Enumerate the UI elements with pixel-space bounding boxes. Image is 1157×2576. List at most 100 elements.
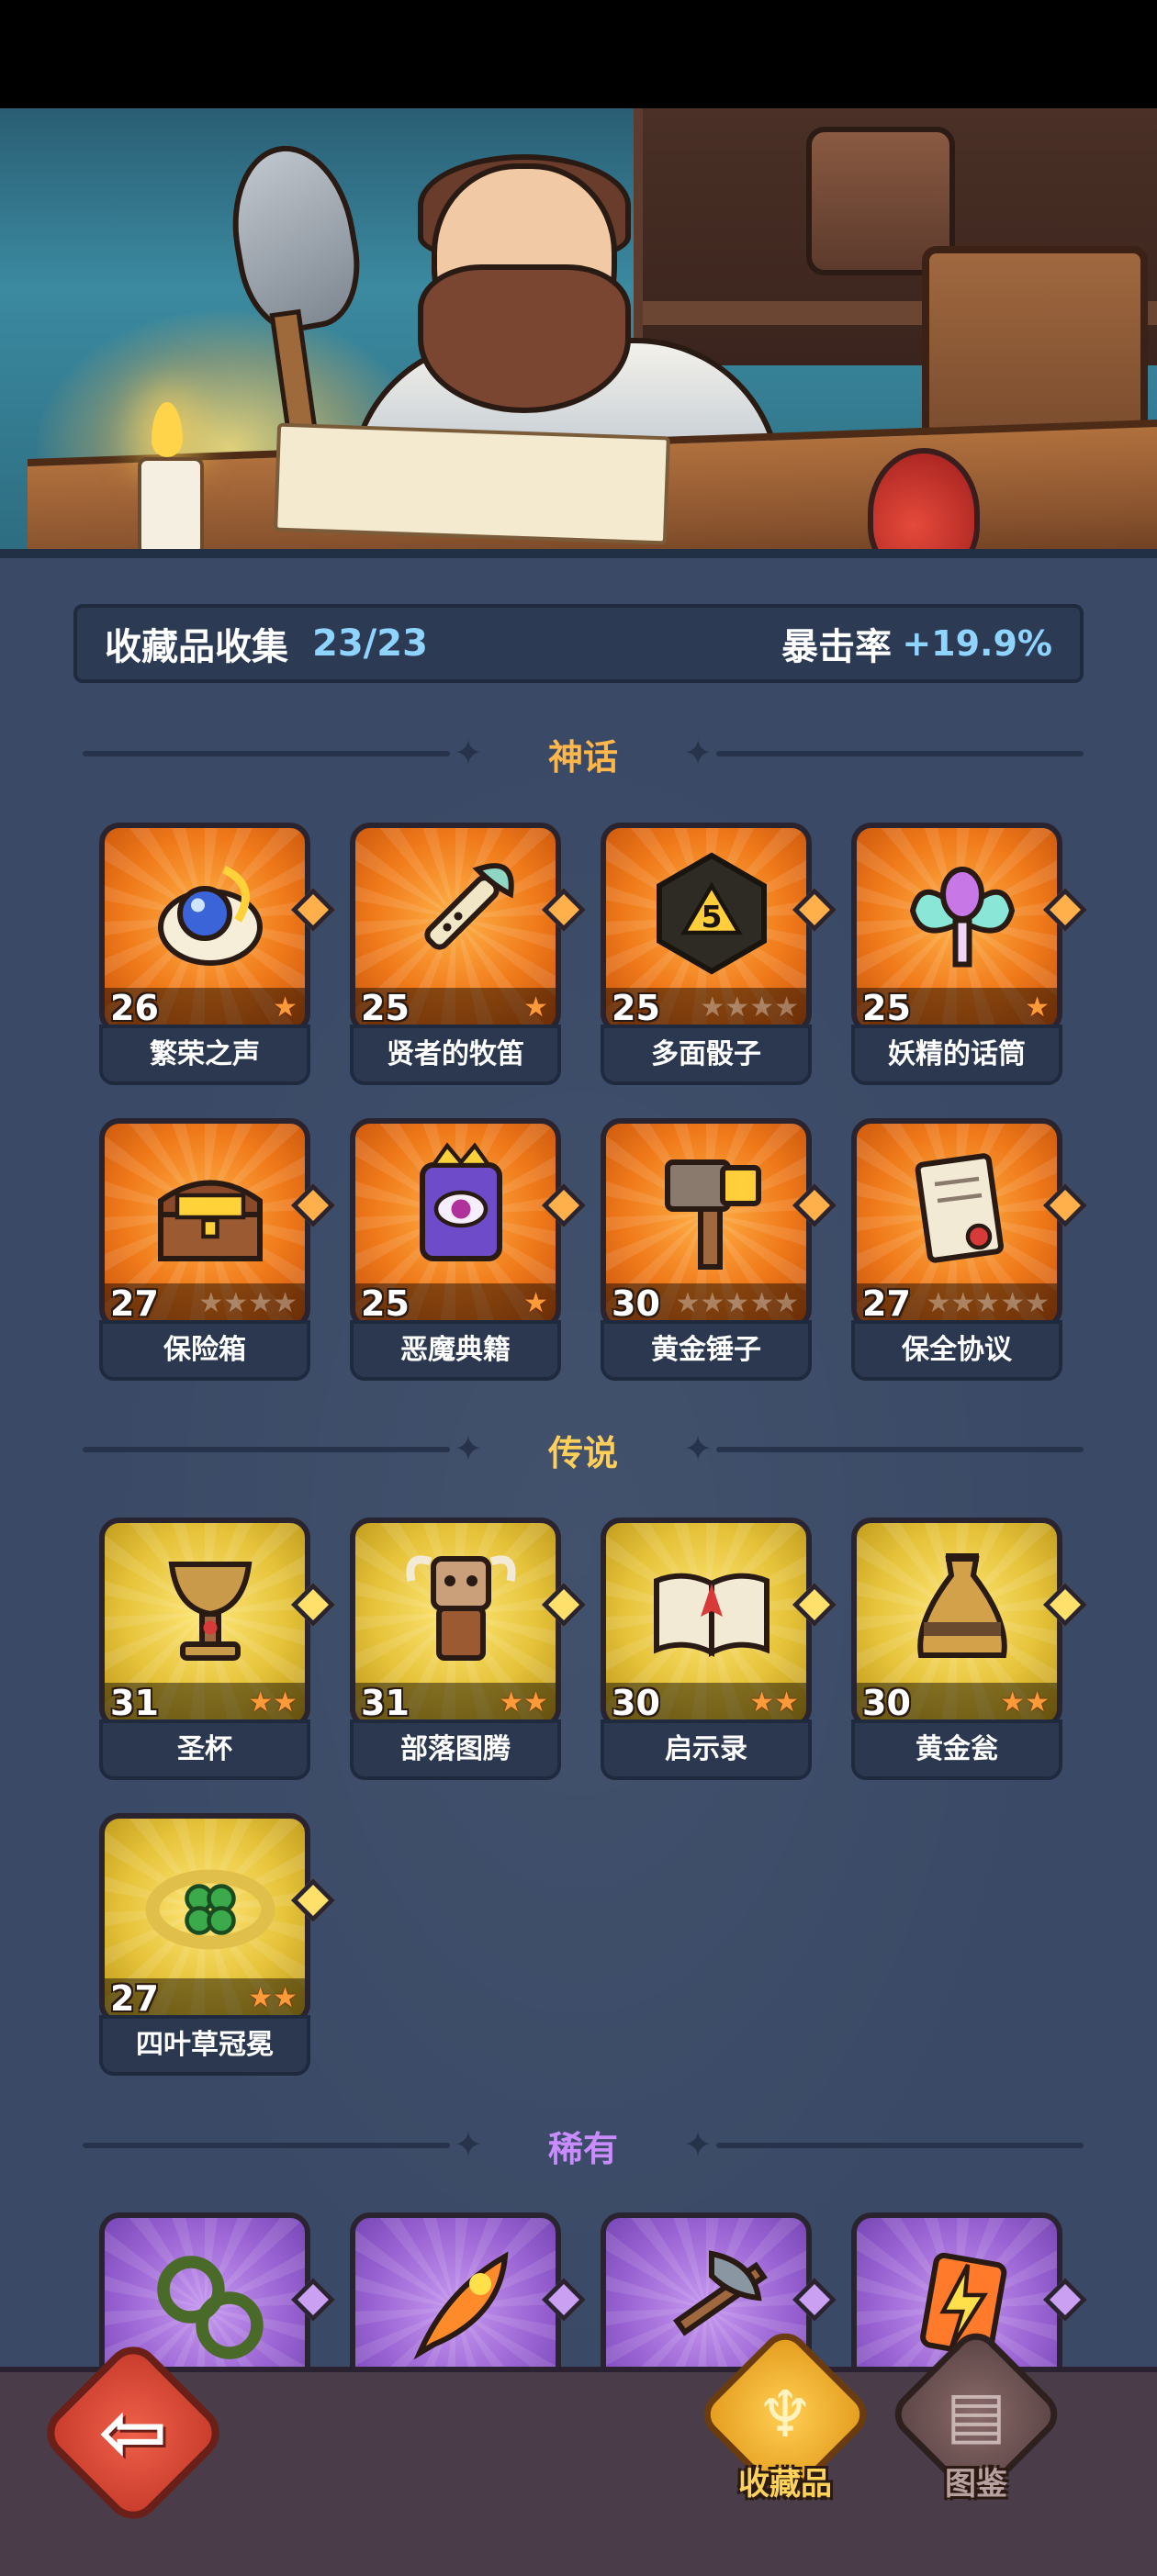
phoenix-feather-icon (413, 2251, 509, 2360)
collectible-card[interactable] (99, 2212, 336, 2367)
golden-hammer-icon (665, 1159, 761, 1270)
card-frame: 26 ★ (99, 823, 310, 1034)
shell-orb-icon (158, 865, 263, 966)
tab-guide[interactable]: ▤ 图鉴 (885, 2324, 1067, 2534)
item-name: 黄金锤子 (651, 1334, 761, 1366)
item-level: 25 (361, 988, 410, 1028)
item-name-box: 多面骰子 (601, 1025, 812, 1085)
clover-crown-icon (145, 1869, 275, 1950)
item-name-box: 启示录 (601, 1719, 812, 1780)
card-frame: 25 ★ (350, 1118, 561, 1329)
star-rating: ★★★★★ (675, 1287, 799, 1319)
item-level: 26 (110, 988, 159, 1028)
flute-icon (424, 863, 514, 950)
tab-collection[interactable]: ♆ 收藏品 (694, 2324, 876, 2534)
item-name: 繁荣之声 (150, 1038, 260, 1070)
item-level: 27 (110, 1283, 159, 1324)
card-frame: 25 ★ (851, 823, 1062, 1034)
star-rating: ★★★★★ (926, 1287, 1050, 1319)
sparkle-icon: ✦ (683, 1428, 713, 1469)
collectible-card[interactable]: 30 ★★ 启示录 (601, 1518, 837, 1784)
section-header-rare: ✦ 稀有 ✦ (83, 2117, 1084, 2172)
item-level: 25 (612, 988, 660, 1028)
collectible-card[interactable]: 25 ★ 贤者的牧笛 (350, 823, 587, 1089)
item-name: 恶魔典籍 (400, 1334, 511, 1366)
star-rating: ★★★★ (198, 1287, 298, 1319)
collectible-card[interactable]: 31 ★★ 圣杯 (99, 1518, 336, 1784)
item-name: 贤者的牧笛 (387, 1038, 524, 1070)
crit-rate-value: +19.9% (902, 623, 1052, 664)
crit-rate-label: 暴击率 (781, 626, 892, 668)
item-name-box: 四叶草冠冕 (99, 2015, 310, 2076)
item-level: 30 (612, 1283, 660, 1324)
item-name: 部落图腾 (400, 1733, 511, 1765)
collectible-card[interactable]: 25 ★ 妖精的话筒 (851, 823, 1088, 1089)
open-book-icon (654, 1573, 769, 1657)
contract-scroll-icon (915, 1153, 1004, 1263)
book-icon: ▤ (945, 2377, 1007, 2452)
item-name: 保险箱 (163, 1334, 246, 1366)
item-name-box: 妖精的话筒 (851, 1025, 1062, 1085)
card-frame: 30 ★★ (601, 1518, 812, 1729)
tab-collection-label: 收藏品 (738, 2466, 832, 2503)
back-arrow-icon[interactable]: ⇦ (64, 2364, 202, 2502)
star-rating: ★★ (248, 1686, 298, 1719)
star-rating: ★ (1025, 991, 1050, 1024)
item-name: 黄金瓮 (915, 1733, 998, 1765)
item-level: 27 (862, 1283, 911, 1324)
collectible-card[interactable]: 30 ★★★★★ 黄金锤子 (601, 1118, 837, 1384)
card-frame: 30 ★★★★★ (601, 1118, 812, 1329)
item-name-box: 恶魔典籍 (350, 1320, 561, 1381)
collectible-card[interactable]: 25 ★ 恶魔典籍 (350, 1118, 587, 1384)
star-rating: ★★ (1000, 1686, 1050, 1719)
star-rating: ★★★★ (700, 991, 799, 1024)
d20-dice-icon: 5 (657, 852, 767, 975)
shopkeeper-banner (0, 108, 1157, 558)
treasure-chest-icon (158, 1180, 263, 1261)
collection-label: 收藏品收集 (105, 626, 288, 668)
grail-icon (168, 1562, 253, 1661)
golden-urn-icon (917, 1553, 1007, 1658)
card-frame: 27 ★★ (99, 1813, 310, 2024)
card-frame (99, 2212, 310, 2367)
item-name-box: 贤者的牧笛 (350, 1025, 561, 1085)
divider-line (716, 751, 1084, 756)
card-frame (350, 2212, 561, 2367)
card-frame: 31 ★★ (350, 1518, 561, 1729)
collectible-card[interactable]: 5 25 ★★★★ 多面骰子 (601, 823, 837, 1089)
collectible-card[interactable]: 26 ★ 繁荣之声 (99, 823, 336, 1089)
card-frame: 25 ★ (350, 823, 561, 1034)
item-level: 30 (862, 1683, 911, 1723)
star-rating: ★ (523, 1287, 548, 1319)
section-header-mythic: ✦ 神话 ✦ (83, 725, 1084, 780)
svg-text:5: 5 (702, 899, 723, 935)
item-name-box: 黄金锤子 (601, 1320, 812, 1381)
divider-line (716, 2143, 1084, 2148)
item-name: 妖精的话筒 (888, 1038, 1026, 1070)
thorn-vine-icon (157, 2256, 264, 2359)
item-name: 圣杯 (177, 1733, 232, 1765)
lyre-icon: ♆ (756, 2377, 814, 2452)
collectible-card[interactable]: 27 ★★★★★ 保全协议 (851, 1118, 1088, 1384)
star-rating: ★★ (248, 1982, 298, 2014)
card-frame: 30 ★★ (851, 1518, 1062, 1729)
dwarf-merchant-beard (418, 264, 631, 413)
item-name: 启示录 (665, 1733, 747, 1765)
star-rating: ★★ (499, 1686, 548, 1719)
collectible-card[interactable] (350, 2212, 587, 2367)
collectible-card[interactable]: 30 ★★ 黄金瓮 (851, 1518, 1088, 1784)
item-name-box: 保险箱 (99, 1320, 310, 1381)
star-rating: ★ (273, 991, 298, 1024)
section-header-legend: ✦ 传说 ✦ (83, 1421, 1084, 1476)
tab-guide-label: 图鉴 (945, 2466, 1007, 2503)
collectible-card[interactable]: 27 ★★★★ 保险箱 (99, 1118, 336, 1384)
collection-panel[interactable]: 收藏品收集 23/23 暴击率 +19.9% ✦ 神话 ✦ 26 ★ 繁荣之声 (0, 558, 1157, 2367)
banner-edge (0, 549, 1157, 558)
collectible-card[interactable]: 27 ★★ 四叶草冠冕 (99, 1813, 336, 2079)
card-frame: 5 25 ★★★★ (601, 823, 812, 1034)
item-level: 31 (110, 1683, 159, 1723)
star-rating: ★★ (749, 1686, 799, 1719)
collectible-card[interactable]: 31 ★★ 部落图腾 (350, 1518, 587, 1784)
sparkle-icon: ✦ (683, 733, 713, 773)
item-name: 多面骰子 (651, 1038, 761, 1070)
